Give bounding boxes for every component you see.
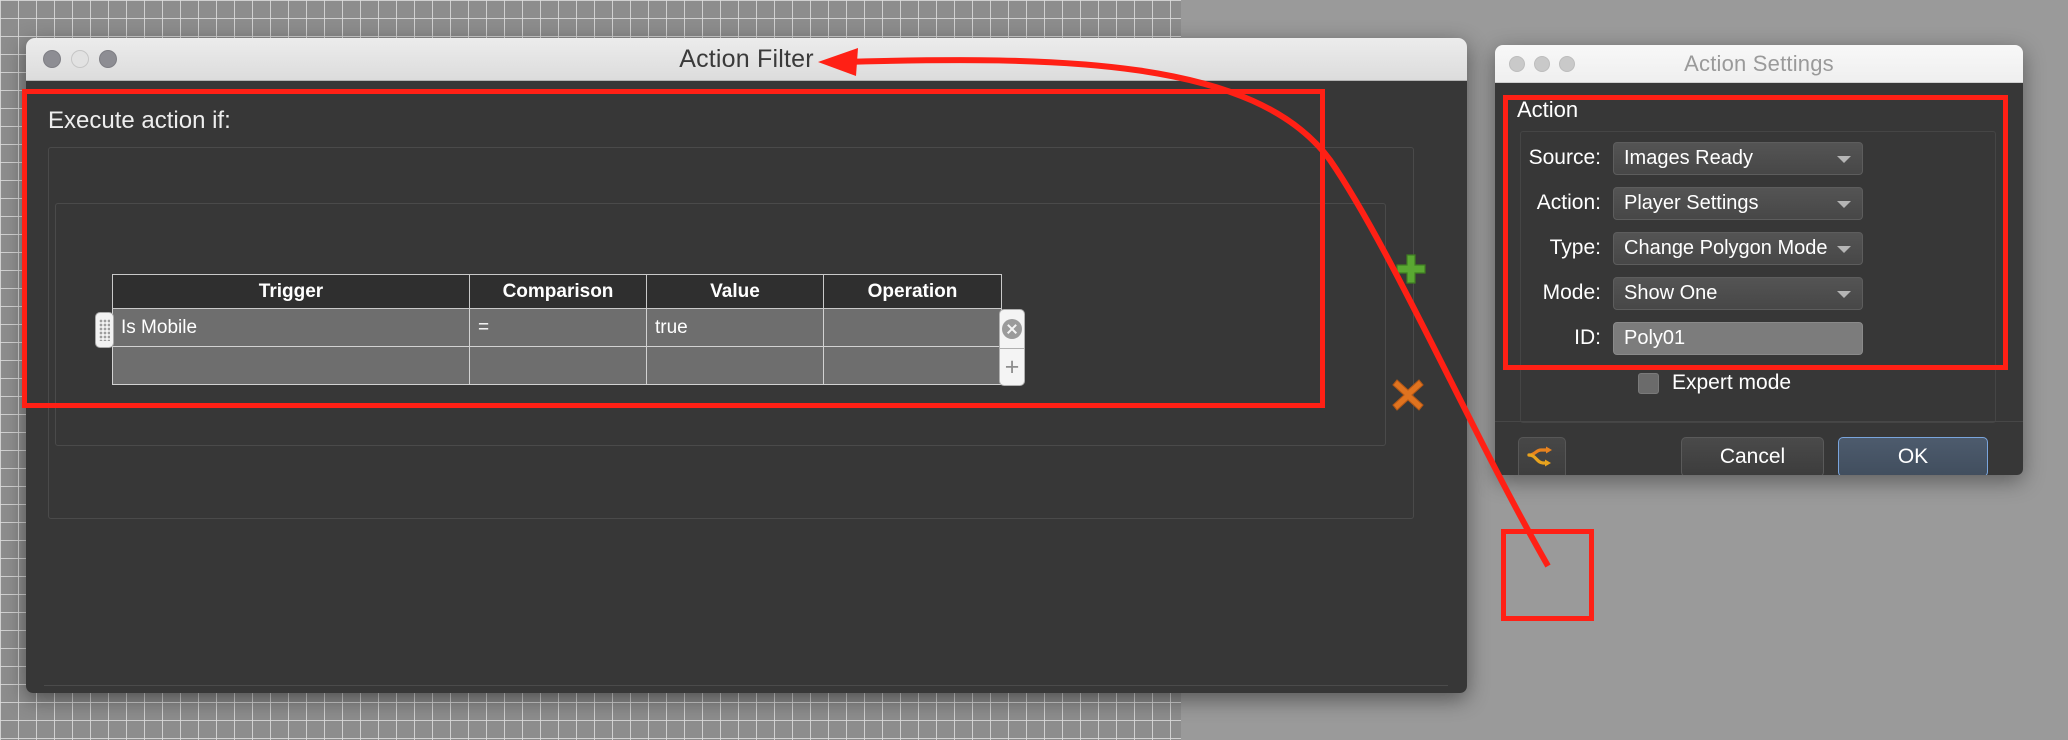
- mode-label: Mode:: [1542, 281, 1601, 304]
- expert-mode-row[interactable]: Expert mode: [1638, 371, 1791, 395]
- field-row-source: Source: Images Ready: [1520, 141, 1863, 175]
- drag-handle-icon[interactable]: [95, 312, 114, 348]
- circle-x-icon[interactable]: [999, 309, 1025, 349]
- cell-value[interactable]: [646, 346, 824, 385]
- cell-comparison[interactable]: [469, 346, 647, 385]
- table-row[interactable]: Is Mobile = true: [112, 308, 1002, 347]
- cell-operation[interactable]: [823, 346, 1002, 385]
- table-header-row: Trigger Comparison Value Operation: [112, 274, 1002, 309]
- source-value: Images Ready: [1624, 146, 1753, 169]
- action-value: Player Settings: [1624, 191, 1759, 214]
- source-dropdown[interactable]: Images Ready: [1613, 141, 1863, 175]
- column-header-value[interactable]: Value: [646, 274, 824, 309]
- action-group-label: Action: [1517, 97, 1579, 122]
- field-row-id: ID: Poly01: [1520, 321, 1863, 355]
- cross-icon[interactable]: [1391, 378, 1425, 412]
- cell-operation[interactable]: [823, 308, 1002, 347]
- action-dropdown[interactable]: Player Settings: [1613, 186, 1863, 220]
- action-label: Action:: [1536, 191, 1601, 214]
- type-label: Type:: [1549, 236, 1601, 259]
- chevron-down-icon: [1837, 245, 1851, 253]
- cell-trigger[interactable]: Is Mobile: [112, 308, 470, 347]
- plus-icon[interactable]: [1394, 252, 1428, 286]
- table-row[interactable]: [112, 346, 1002, 385]
- source-label: Source:: [1528, 146, 1601, 169]
- cancel-button[interactable]: Cancel: [1681, 437, 1824, 475]
- branch-arrows-icon[interactable]: [1518, 437, 1566, 475]
- chevron-down-icon: [1837, 155, 1851, 163]
- plus-icon[interactable]: +: [999, 349, 1025, 386]
- column-header-trigger[interactable]: Trigger: [112, 274, 470, 309]
- cell-value[interactable]: true: [646, 308, 824, 347]
- action-filter-window: Action Filter Execute action if: Trigger…: [26, 38, 1467, 693]
- action-settings-body: Action Source: Images Ready Action: Play…: [1495, 83, 2023, 475]
- drag-dots-icon: [99, 319, 110, 341]
- expert-mode-label: Expert mode: [1672, 371, 1792, 394]
- execute-action-if-label: Execute action if:: [48, 107, 231, 134]
- mode-value: Show One: [1624, 281, 1718, 304]
- mode-dropdown[interactable]: Show One: [1613, 276, 1863, 310]
- field-row-mode: Mode: Show One: [1520, 276, 1863, 310]
- type-dropdown[interactable]: Change Polygon Mode: [1613, 231, 1863, 265]
- column-header-operation[interactable]: Operation: [823, 274, 1002, 309]
- ok-button[interactable]: OK: [1838, 437, 1988, 475]
- desktop-background: Action Filter Execute action if: Trigger…: [0, 0, 2068, 740]
- branch-arrows-glyph: [1527, 446, 1552, 467]
- cell-comparison[interactable]: =: [469, 308, 647, 347]
- type-value: Change Polygon Mode: [1624, 236, 1828, 259]
- cell-trigger[interactable]: [112, 346, 470, 385]
- action-filter-body: Execute action if: Trigger Comparison Va…: [26, 81, 1467, 693]
- circle-x-glyph: [1002, 319, 1022, 339]
- action-settings-title: Action Settings: [1684, 50, 1834, 76]
- footer-divider: [1495, 421, 2023, 422]
- id-value: Poly01: [1624, 326, 1686, 349]
- action-filter-titlebar: Action Filter: [26, 38, 1467, 81]
- action-filter-title: Action Filter: [679, 44, 814, 73]
- id-input[interactable]: Poly01: [1613, 321, 1863, 355]
- action-settings-window: Action Settings Action Source: Images Re…: [1495, 45, 2023, 475]
- id-label: ID:: [1574, 326, 1601, 349]
- action-settings-titlebar: Action Settings: [1495, 45, 2023, 83]
- chevron-down-icon: [1837, 290, 1851, 298]
- field-row-action: Action: Player Settings: [1520, 186, 1863, 220]
- chevron-down-icon: [1837, 200, 1851, 208]
- field-row-type: Type: Change Polygon Mode: [1520, 231, 1863, 265]
- expert-mode-checkbox[interactable]: [1638, 372, 1659, 394]
- footer-divider: [44, 685, 1448, 686]
- column-header-comparison[interactable]: Comparison: [469, 274, 647, 309]
- conditions-table: Trigger Comparison Value Operation Is Mo…: [112, 274, 1002, 385]
